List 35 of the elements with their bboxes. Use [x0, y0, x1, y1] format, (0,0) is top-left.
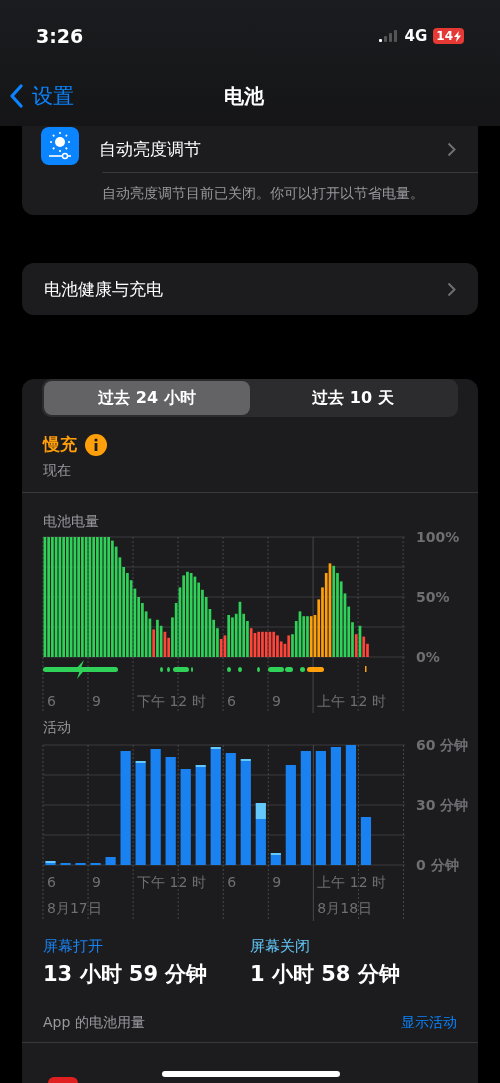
axis-label: 0 分钟 [416, 857, 459, 873]
axis-label: 0% [416, 649, 440, 665]
page-title: 电池 [224, 82, 264, 110]
axis-label: 30 分钟 [416, 797, 469, 813]
axis-label: 6 [227, 693, 236, 709]
legend-label: 屏幕关闭 [250, 937, 310, 956]
axis-label: 6 [47, 693, 56, 709]
total-value: 1 小时 58 分钟 [250, 961, 400, 988]
network-type: 4G [404, 27, 428, 45]
date-label: 8月17日 [47, 900, 102, 916]
axis-label: 上午 12 时 [317, 874, 387, 890]
axis-label: 9 [272, 874, 282, 890]
status-time: 3:26 [36, 25, 84, 47]
charging-status: 慢充 [43, 433, 77, 456]
chart-title: 活动 [42, 719, 72, 737]
back-label: 设置 [32, 83, 74, 110]
section-title: App 的电池用量 [43, 1014, 145, 1032]
status-time: 现在 [43, 462, 72, 480]
setting-note: 自动亮度调节目前已关闭。你可以打开以节省电量。 [102, 172, 478, 215]
axis-label: 6 [47, 874, 56, 890]
axis-label: 9 [92, 693, 101, 709]
axis-label: 9 [272, 693, 281, 709]
legend-label: 屏幕打开 [43, 937, 103, 956]
axis-label: 下午 12 时 [137, 693, 206, 709]
battery-indicator: 14 [433, 28, 464, 44]
axis-label: 60 分钟 [416, 737, 469, 753]
axis-label: 50% [416, 589, 450, 605]
axis-label: 100% [416, 531, 460, 545]
chart-title: 电池电量 [42, 513, 100, 531]
axis-label: 9 [92, 874, 101, 890]
axis-label: 6 [227, 874, 237, 890]
axis-label: 上午 12 时 [317, 693, 386, 709]
total-value: 13 小时 59 分钟 [43, 961, 208, 988]
axis-label: 下午 12 时 [137, 874, 206, 890]
date-label: 8月18日 [317, 900, 373, 916]
